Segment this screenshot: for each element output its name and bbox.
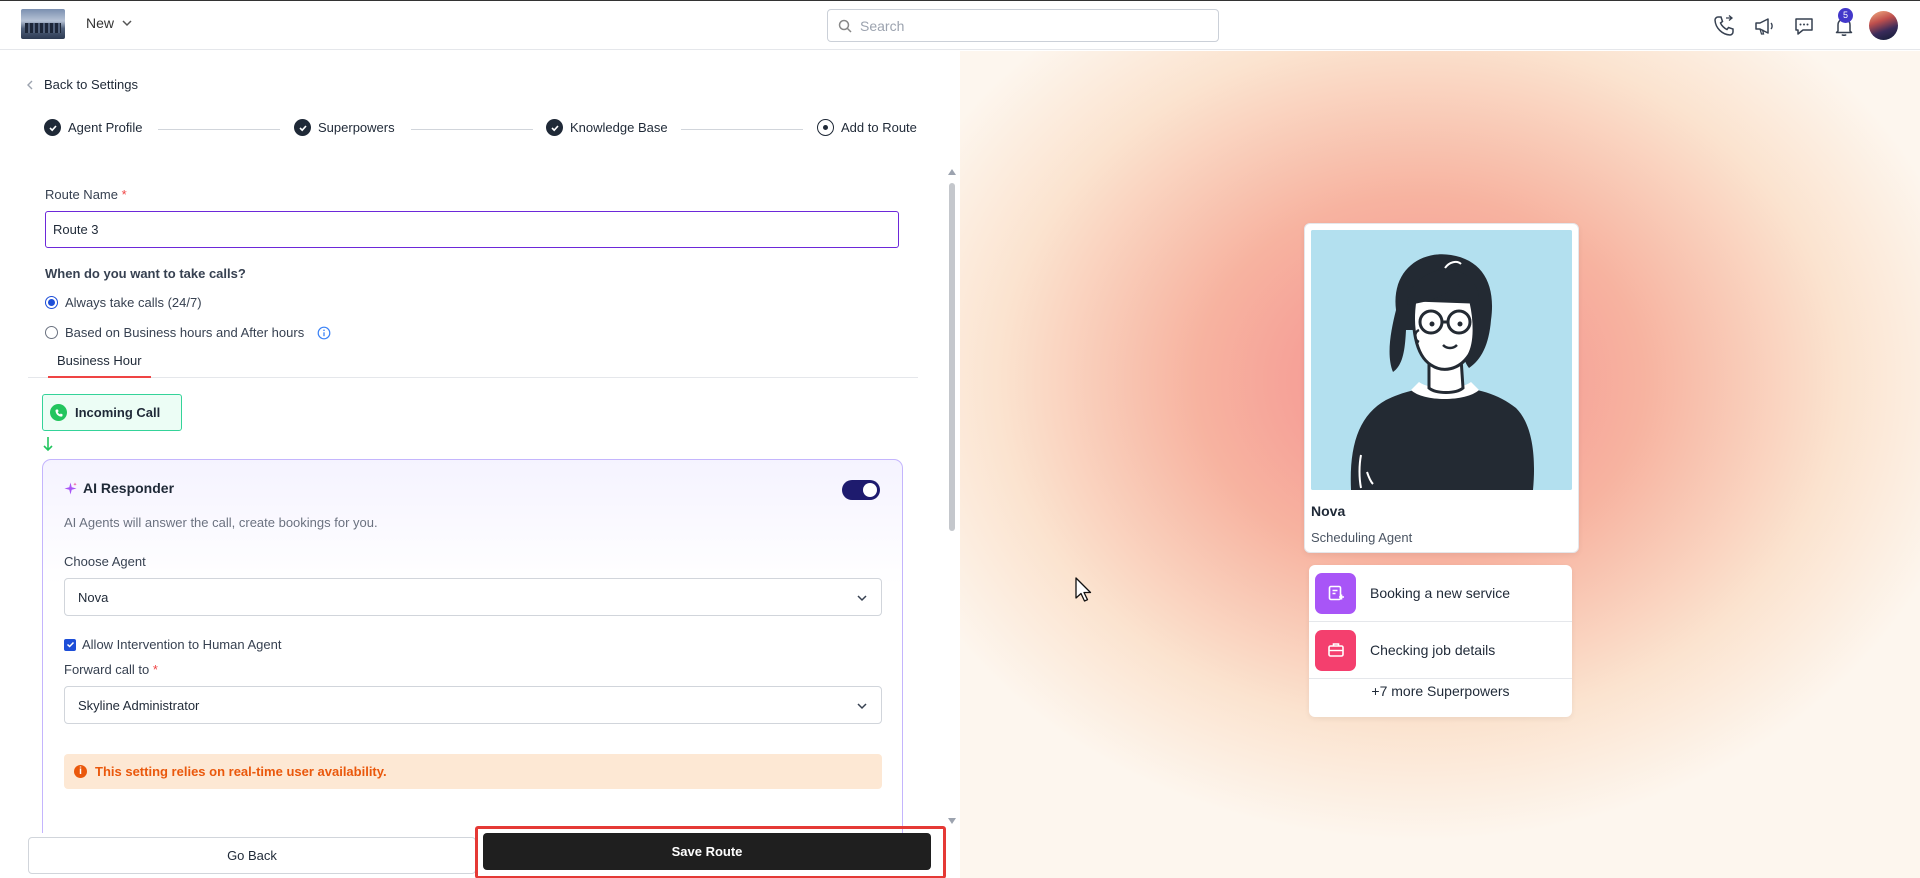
company-logo[interactable] [21,9,65,39]
go-back-button[interactable]: Go Back [28,837,476,874]
agent-preview-panel: Nova Scheduling Agent Booking a new serv… [960,51,1920,878]
route-form-panel: Back to Settings Agent Profile Superpowe… [0,51,960,878]
sparkle-icon [64,482,77,494]
new-menu-button[interactable]: New [86,15,132,31]
agent-portrait [1311,230,1572,490]
call-schedule-question: When do you want to take calls? [45,266,246,281]
choose-agent-label: Choose Agent [64,554,146,569]
ai-responder-toggle[interactable] [842,480,880,500]
form-scroll-area[interactable]: Route Name * When do you want to take ca… [28,177,932,877]
calendar-plus-icon [1315,572,1356,614]
radio-label: Always take calls (24/7) [65,295,202,310]
chevron-down-icon [122,20,132,27]
chevron-left-icon [27,80,33,89]
step-label: Agent Profile [68,120,143,135]
info-icon[interactable] [317,326,331,340]
route-name-label: Route Name * [45,187,127,202]
warning-icon: i [74,765,87,778]
megaphone-icon[interactable] [1752,14,1776,38]
allow-intervention-checkbox[interactable] [64,638,76,651]
scrollbar-thumb[interactable] [949,183,955,531]
setup-stepper: Agent Profile Superpowers Knowledge Base… [44,119,919,141]
scroll-up-arrow[interactable] [948,169,956,175]
user-avatar[interactable] [1869,11,1898,40]
step-label: Knowledge Base [570,120,668,135]
warning-text: This setting relies on real-time user av… [95,764,387,779]
step-label: Add to Route [841,120,917,135]
arrow-down-icon [43,437,53,452]
radio-business-hours[interactable]: Based on Business hours and After hours [45,325,331,340]
top-bar: New 5 [0,0,1920,50]
availability-warning: i This setting relies on real-time user … [64,754,882,789]
incoming-call-label: Incoming Call [75,405,161,420]
form-scrollbar[interactable] [947,169,957,824]
ai-responder-description: AI Agents will answer the call, create b… [64,515,378,530]
tab-business-hour[interactable]: Business Hour [48,348,151,378]
ai-responder-title: AI Responder [64,480,174,496]
more-superpowers-link[interactable]: +7 more Superpowers [1309,683,1572,699]
notification-badge: 5 [1838,8,1853,23]
form-action-bar: Go Back Save Route [0,826,960,878]
current-step-icon [817,119,834,136]
search-box[interactable] [827,9,1219,42]
phone-icon[interactable] [1712,14,1736,38]
check-icon [44,119,61,136]
route-name-input[interactable] [45,211,899,248]
save-route-button[interactable]: Save Route [483,833,931,870]
search-input[interactable] [860,17,1200,34]
radio-label: Based on Business hours and After hours [65,325,305,340]
superpower-item: Checking job details [1309,622,1572,679]
back-link-label: Back to Settings [44,77,138,92]
allow-intervention-label: Allow Intervention to Human Agent [82,637,282,652]
choose-agent-value: Nova [78,589,109,605]
superpower-item: Booking a new service [1309,565,1572,622]
phone-icon [50,404,67,421]
step-connector [681,129,803,130]
forward-call-select[interactable]: Skyline Administrator [64,686,882,724]
new-menu-label: New [86,15,115,31]
briefcase-icon [1315,629,1356,671]
back-to-settings-link[interactable]: Back to Settings [26,77,138,92]
agent-name: Nova [1311,503,1346,519]
radio-button[interactable] [45,296,58,309]
ai-responder-card: AI Responder AI Agents will answer the c… [42,459,903,877]
step-agent-profile[interactable]: Agent Profile [44,119,142,136]
step-knowledge-base[interactable]: Knowledge Base [546,119,668,136]
forward-call-value: Skyline Administrator [78,697,200,713]
step-connector [411,129,533,130]
chat-icon[interactable] [1792,14,1816,38]
incoming-call-node: Incoming Call [42,394,182,431]
check-icon [294,119,311,136]
agent-card: Nova Scheduling Agent [1304,223,1579,553]
step-connector [158,129,280,130]
mouse-cursor-icon [1075,577,1092,602]
superpower-label: Checking job details [1370,642,1496,658]
hours-tab-bar: Business Hour [28,348,918,378]
agent-role: Scheduling Agent [1311,530,1413,545]
superpowers-list: Booking a new service Checking job detai… [1309,565,1572,717]
check-icon [546,119,563,136]
superpower-label: Booking a new service [1370,585,1511,601]
scroll-down-arrow[interactable] [948,818,956,824]
allow-intervention-checkbox-row[interactable]: Allow Intervention to Human Agent [64,637,281,652]
forward-call-label: Forward call to * [64,662,158,677]
step-label: Superpowers [318,120,395,135]
chevron-down-icon [857,703,867,710]
radio-button[interactable] [45,326,58,339]
choose-agent-select[interactable]: Nova [64,578,882,616]
step-add-to-route[interactable]: Add to Route [817,119,917,136]
search-icon [838,19,852,33]
chevron-down-icon [857,595,867,602]
step-superpowers[interactable]: Superpowers [294,119,395,136]
radio-always-take-calls[interactable]: Always take calls (24/7) [45,295,202,310]
